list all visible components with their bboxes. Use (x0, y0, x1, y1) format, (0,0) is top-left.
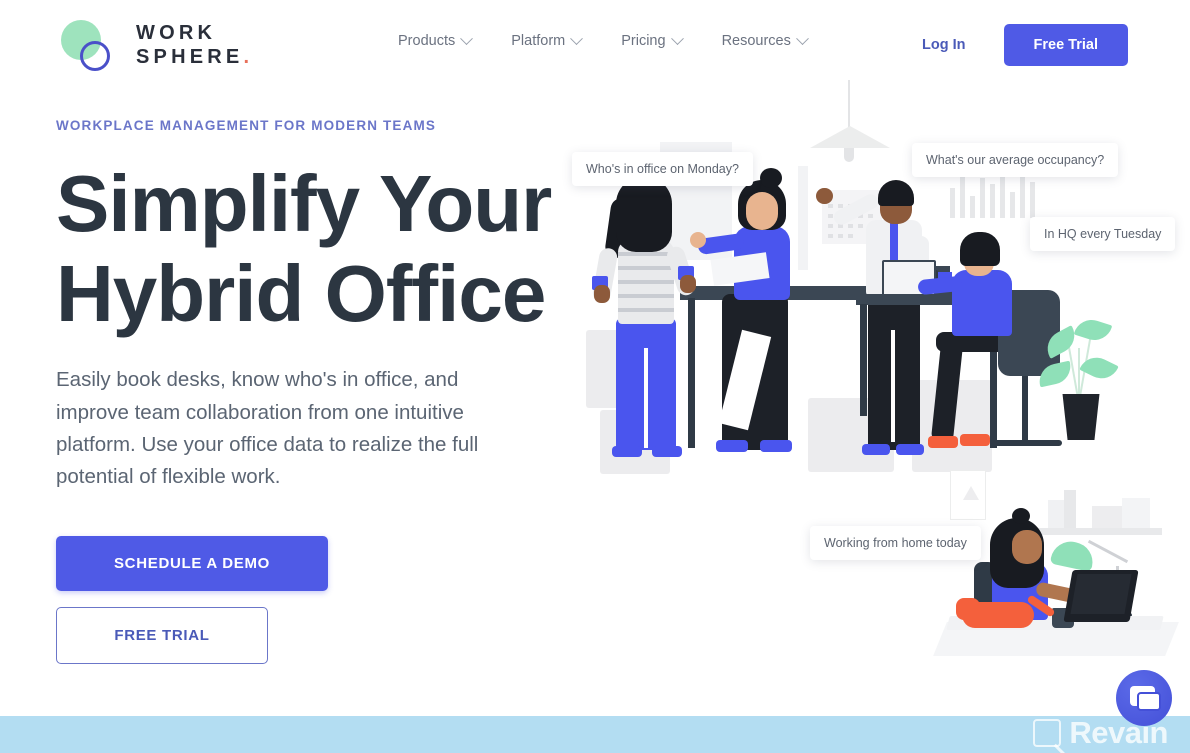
home-office-illustration (933, 462, 1180, 677)
login-link[interactable]: Log In (922, 37, 966, 53)
nav-item-resources[interactable]: Resources (721, 31, 809, 49)
logo[interactable]: WORK SPHERE. (58, 16, 253, 74)
person-hair-bun (760, 168, 782, 188)
shelf-item (1064, 490, 1076, 528)
leg-gap (644, 348, 648, 448)
wall-shelf (1036, 528, 1162, 535)
hero-subheading: Easily book desks, know who's in office,… (56, 368, 479, 489)
person-shoe (928, 436, 958, 448)
nav-label-resources: Resources (721, 33, 791, 49)
nav-label-pricing: Pricing (621, 33, 666, 49)
headline-line-2: Hybrid Office (56, 248, 546, 338)
chat-widget-button[interactable] (1116, 670, 1172, 726)
main-navigation: Products Platform Pricing Resources (398, 31, 809, 49)
wall-bar-chart-icon (950, 170, 1042, 218)
header-actions: Log In Free Trial (922, 24, 1128, 66)
shirt-stripe (618, 280, 674, 284)
site-header: WORK SPHERE. Products Platform Pricing R… (0, 0, 1190, 92)
necktie-icon (890, 222, 898, 262)
person-shoe (896, 444, 924, 455)
hero-cta-group: SCHEDULE A DEMO FREE TRIAL (56, 535, 328, 664)
logo-line-work: WORK (136, 21, 217, 44)
chevron-down-icon (570, 31, 584, 45)
leg-gap (891, 330, 895, 442)
plant-pot-icon (1062, 394, 1100, 440)
hero-eyebrow: WORKPLACE MANAGEMENT FOR MODERN TEAMS (56, 118, 437, 133)
pendant-lamp-bulb-icon (844, 148, 854, 162)
hero-headline: Simplify Your Hybrid Office (56, 159, 556, 338)
speech-bubble-in-hq-tuesday: In HQ every Tuesday (1030, 217, 1176, 251)
cat-head-icon (956, 598, 980, 620)
headline-line-1: Simplify Your (56, 159, 552, 248)
person-shoe (960, 434, 990, 446)
person-hand (816, 188, 833, 204)
plant-leaf-icon (1073, 315, 1113, 345)
logo-mark-icon (58, 16, 124, 74)
shirt-stripe (618, 252, 674, 256)
logo-dot-icon: . (243, 45, 254, 68)
speech-bubble-who-in-office: Who's in office on Monday? (572, 152, 753, 186)
nav-item-pricing[interactable]: Pricing (621, 31, 684, 49)
nav-item-platform[interactable]: Platform (511, 31, 584, 49)
person-shoe (716, 440, 748, 452)
person-hand (690, 232, 706, 248)
nav-item-products[interactable]: Products (398, 31, 474, 49)
picture-frame-art (963, 486, 979, 500)
logo-blue-ring-icon (80, 41, 110, 71)
chevron-down-icon (460, 31, 474, 45)
logo-line-sphere: SPHERE. (136, 45, 254, 68)
free-trial-outline-button[interactable]: FREE TRIAL (56, 606, 268, 664)
person-face (746, 192, 778, 230)
person-shoe (612, 446, 642, 457)
schedule-demo-button[interactable]: SCHEDULE A DEMO (56, 535, 328, 591)
desk-leg (688, 298, 695, 448)
person-hair (616, 176, 672, 252)
person-hair (960, 232, 1000, 266)
pendant-lamp-rod-icon (848, 80, 850, 128)
chair-base (992, 440, 1062, 446)
hero-content: WORKPLACE MANAGEMENT FOR MODERN TEAMS Si… (56, 118, 556, 664)
nav-label-platform: Platform (511, 33, 566, 49)
person-hand (680, 275, 696, 293)
hero-illustration: Who's in office on Monday? What's our av… (560, 80, 1180, 680)
shirt-stripe (618, 266, 674, 270)
person-hair (878, 180, 914, 206)
chat-bubble-icon (1137, 692, 1161, 711)
shirt-stripe (618, 294, 674, 298)
speech-bubble-working-from-home: Working from home today (810, 526, 981, 560)
desk-lamp-arm-icon (1087, 539, 1129, 564)
bottom-color-band (0, 716, 1190, 753)
speech-bubble-average-occupancy: What's our average occupancy? (912, 143, 1119, 177)
person-hand (594, 285, 610, 303)
person-shoe (652, 446, 682, 457)
landing-page: WORK SPHERE. Products Platform Pricing R… (0, 0, 1190, 753)
chair-leg (1022, 372, 1028, 444)
pendant-lamp-shade-icon (810, 126, 890, 148)
wall-strip (798, 166, 808, 270)
nav-label-products: Products (398, 33, 456, 49)
chevron-down-icon (670, 31, 684, 45)
shelf-item (1092, 506, 1122, 528)
shirt-stripe (618, 308, 674, 312)
shelf-item (1122, 498, 1150, 528)
person-hair-bun (1012, 508, 1030, 524)
person-face (1012, 530, 1042, 564)
chevron-down-icon (796, 31, 809, 45)
laptop-screen (1070, 574, 1132, 614)
logo-text: WORK SPHERE. (136, 21, 254, 68)
person-shoe (862, 444, 890, 455)
free-trial-button[interactable]: Free Trial (1003, 24, 1128, 66)
desk-leg (860, 304, 867, 416)
person-shoe (760, 440, 792, 452)
